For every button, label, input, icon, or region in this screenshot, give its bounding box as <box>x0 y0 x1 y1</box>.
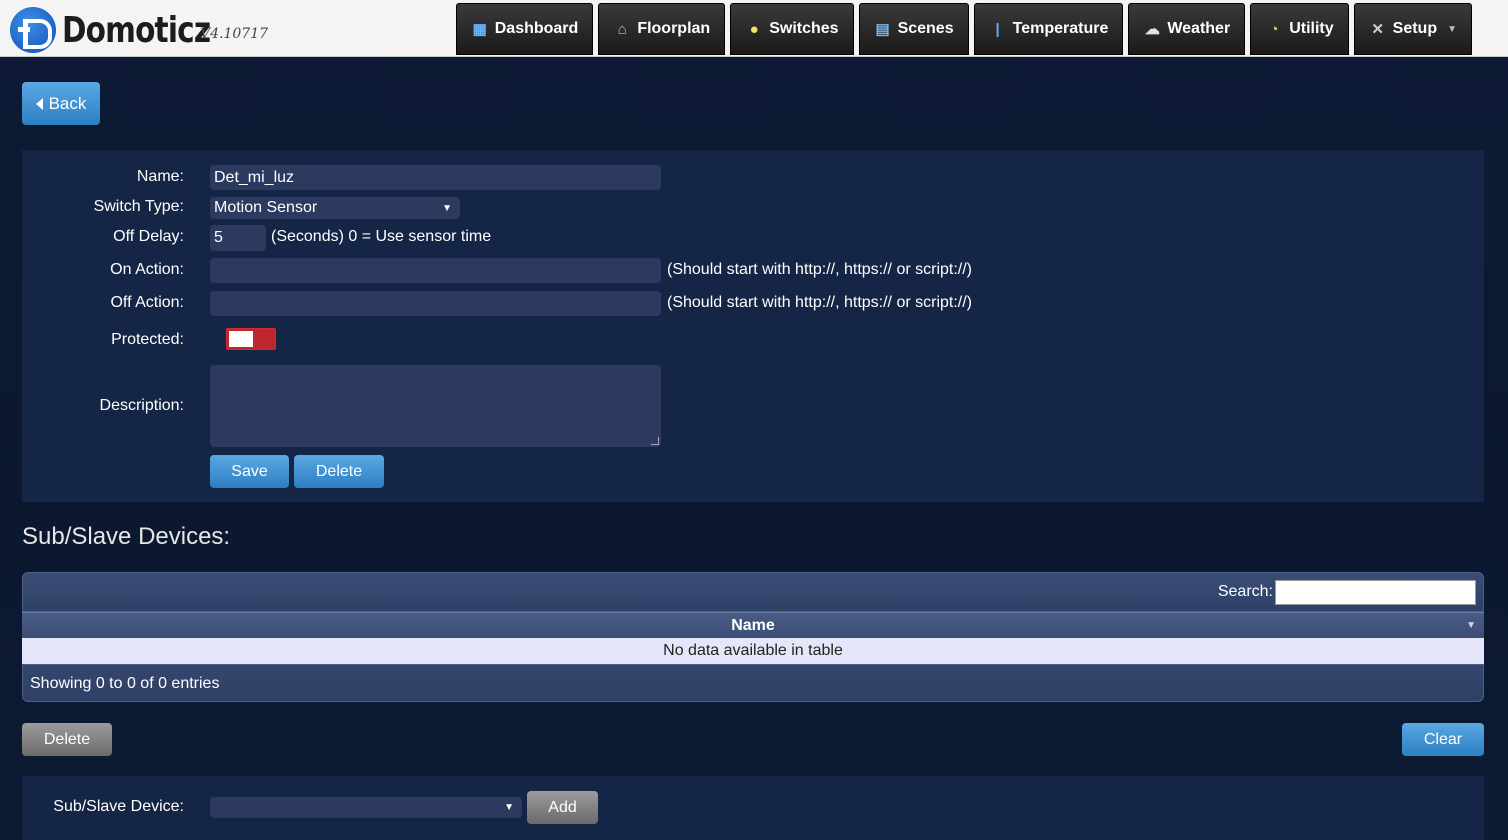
nav-label: Temperature <box>1012 20 1109 37</box>
protected-label: Protected: <box>111 331 184 348</box>
nav-floorplan[interactable]: ⌂ Floorplan <box>598 3 726 55</box>
delete-sub-device-button[interactable]: Delete <box>22 723 112 756</box>
resize-grip-icon[interactable] <box>651 437 659 445</box>
column-header-name[interactable]: Name ▼ <box>22 612 1484 638</box>
name-label: Name: <box>136 168 184 185</box>
clear-button[interactable]: Clear <box>1402 723 1484 756</box>
switch-type-select[interactable]: Motion Sensor ▼ <box>210 197 460 219</box>
protected-toggle[interactable] <box>226 328 276 350</box>
sub-device-select[interactable]: ▼ <box>210 797 522 818</box>
column-name-label: Name <box>731 617 775 634</box>
house-icon: ⌂ <box>617 20 627 38</box>
off-action-label: Off Action: <box>110 294 184 311</box>
chevron-down-icon: ▼ <box>442 202 452 214</box>
sort-icon: ▼ <box>1466 620 1476 631</box>
back-button[interactable]: Back <box>22 82 100 125</box>
app-version: V4.10717 <box>200 26 269 42</box>
table-info: Showing 0 to 0 of 0 entries <box>22 664 1484 702</box>
description-textarea[interactable] <box>210 365 661 447</box>
nav-switches[interactable]: ● Switches <box>730 3 854 55</box>
main-nav: ▦ Dashboard ⌂ Floorplan ● Switches ▤ Sce… <box>455 3 1472 55</box>
nav-label: Utility <box>1289 20 1334 37</box>
search-label: Search: <box>1217 583 1273 600</box>
nav-label: Weather <box>1167 20 1231 37</box>
back-label: Back <box>48 93 87 113</box>
cloud-icon: ☁ <box>1144 21 1160 38</box>
domoticz-logo-icon <box>10 7 56 53</box>
device-edit-panel: Name: Det_mi_luz Switch Type: Motion Sen… <box>22 150 1484 502</box>
nav-temperature[interactable]: | Temperature <box>973 3 1124 55</box>
name-input[interactable]: Det_mi_luz <box>210 165 661 190</box>
off-delay-input[interactable]: 5 <box>210 225 266 251</box>
off-action-hint: (Should start with http://, https:// or … <box>667 294 972 311</box>
table-toolbar: Search: <box>22 572 1484 612</box>
search-input[interactable] <box>1275 580 1476 605</box>
description-label: Description: <box>99 397 184 414</box>
toggle-knob <box>229 331 253 347</box>
thermometer-icon: | <box>995 20 1000 38</box>
nav-scenes[interactable]: ▤ Scenes <box>858 3 969 55</box>
save-button[interactable]: Save <box>210 455 289 488</box>
dashboard-icon: ▦ <box>472 21 487 38</box>
gauge-icon: ◔ <box>1269 20 1279 38</box>
nav-setup[interactable]: ✕ Setup ▼ <box>1353 3 1472 55</box>
sub-devices-title: Sub/Slave Devices: <box>22 523 231 550</box>
add-button[interactable]: Add <box>527 791 598 824</box>
top-bar: Domoticz V4.10717 ▦ Dashboard ⌂ Floorpla… <box>0 0 1508 57</box>
nav-label: Floorplan <box>637 20 711 37</box>
nav-label: Dashboard <box>494 20 579 37</box>
nav-label: Switches <box>769 20 839 37</box>
nav-label: Scenes <box>897 20 954 37</box>
nav-label: Setup <box>1392 20 1438 37</box>
off-delay-label: Off Delay: <box>113 228 184 245</box>
on-action-input[interactable] <box>210 258 661 283</box>
add-sub-device-panel: Sub/Slave Device: ▼ Add <box>22 776 1484 840</box>
delete-device-button[interactable]: Delete <box>294 455 384 488</box>
nav-utility[interactable]: ◔ Utility <box>1250 3 1349 55</box>
clapper-icon: ▤ <box>875 21 890 38</box>
on-action-label: On Action: <box>110 261 184 278</box>
tools-icon: ✕ <box>1371 21 1384 38</box>
switch-type-value: Motion Sensor <box>214 199 318 216</box>
table-empty-row: No data available in table <box>22 638 1484 664</box>
switch-type-label: Switch Type: <box>93 198 184 215</box>
off-action-input[interactable] <box>210 291 661 316</box>
off-delay-hint: (Seconds) 0 = Use sensor time <box>271 228 492 245</box>
chevron-down-icon: ▼ <box>1447 23 1457 35</box>
arrow-left-icon <box>35 97 43 110</box>
app-name: Domoticz <box>62 10 211 51</box>
nav-dashboard[interactable]: ▦ Dashboard <box>455 3 594 55</box>
sub-device-label: Sub/Slave Device: <box>53 798 184 815</box>
on-action-hint: (Should start with http://, https:// or … <box>667 261 972 278</box>
nav-weather[interactable]: ☁ Weather <box>1128 3 1246 55</box>
chevron-down-icon: ▼ <box>504 802 514 813</box>
bulb-icon: ● <box>749 20 759 38</box>
